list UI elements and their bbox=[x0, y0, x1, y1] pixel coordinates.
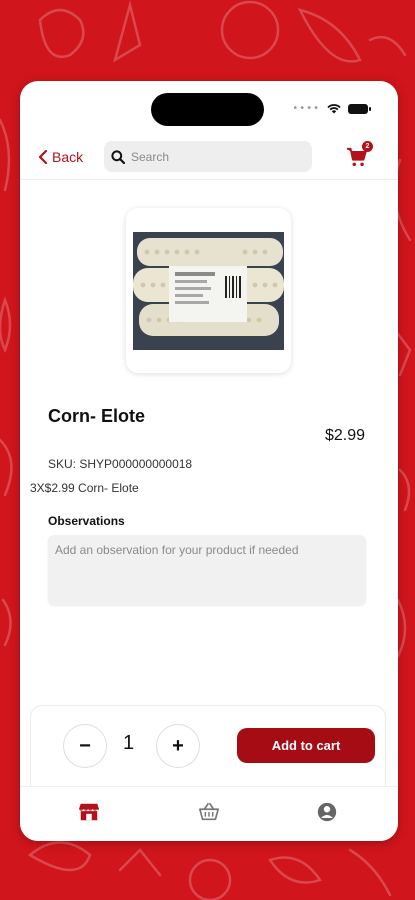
dynamic-island bbox=[151, 93, 264, 126]
basket-icon bbox=[199, 802, 219, 821]
store-icon bbox=[78, 803, 100, 821]
cart-button[interactable]: 2 bbox=[346, 141, 373, 170]
back-button[interactable]: Back bbox=[38, 149, 83, 165]
tab-basket[interactable] bbox=[198, 801, 220, 823]
minus-icon: − bbox=[79, 734, 91, 757]
back-label: Back bbox=[52, 149, 84, 165]
signal-icon: •••• bbox=[292, 103, 320, 114]
header-divider bbox=[20, 179, 398, 180]
product-price: $2.99 bbox=[324, 427, 365, 444]
product-sku: SKU: SHYP000000000018 bbox=[48, 457, 193, 471]
observations-label: Observations bbox=[48, 514, 125, 528]
chevron-left-icon bbox=[38, 150, 48, 164]
search-icon bbox=[111, 149, 125, 164]
promo-text: 3X$2.99 Corn- Elote bbox=[30, 481, 139, 495]
battery-icon bbox=[348, 103, 371, 114]
top-nav: Back 2 bbox=[20, 141, 398, 179]
tab-store[interactable] bbox=[78, 801, 100, 823]
decrease-quantity-button[interactable]: − bbox=[63, 724, 107, 768]
search-bar[interactable] bbox=[104, 141, 312, 172]
product-name: Corn- Elote bbox=[48, 406, 145, 426]
increase-quantity-button[interactable]: + bbox=[156, 724, 200, 768]
wifi-icon bbox=[327, 104, 341, 114]
phone-screen: •••• Back Search 2 Corn- Elote $2.99 SKU… bbox=[20, 81, 398, 841]
product-image-card bbox=[126, 208, 291, 373]
product-image bbox=[133, 231, 284, 350]
bottom-tab-bar bbox=[20, 786, 398, 841]
cart-count-badge: 2 bbox=[362, 141, 373, 152]
tab-profile[interactable] bbox=[316, 801, 338, 823]
add-to-cart-button[interactable]: Add to cart bbox=[237, 728, 375, 763]
quantity-value: 1 bbox=[123, 732, 135, 754]
profile-icon bbox=[317, 802, 337, 822]
plus-icon: + bbox=[172, 734, 184, 757]
search-input[interactable] bbox=[131, 149, 301, 164]
status-bar: •••• bbox=[292, 103, 371, 114]
observations-textarea[interactable] bbox=[48, 535, 366, 605]
